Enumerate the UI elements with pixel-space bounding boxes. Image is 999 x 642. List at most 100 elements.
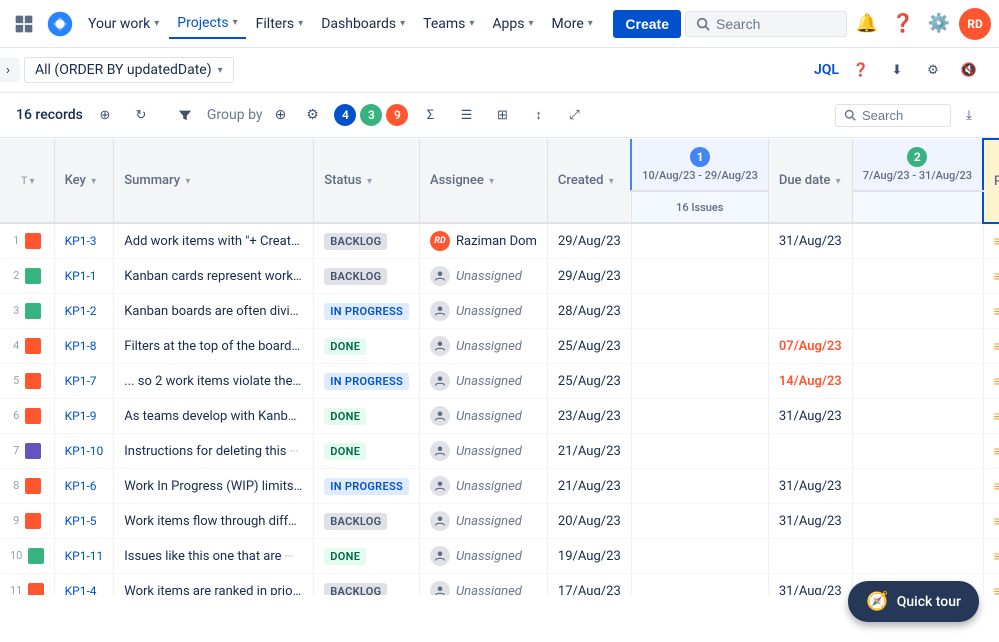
col-header-summary[interactable]: Summary ▾ <box>114 139 314 223</box>
col-header-checkbox[interactable]: T ▾ <box>0 139 54 223</box>
table-row[interactable]: 4 KP1-8 Filters at the top of the board … <box>0 329 999 364</box>
row-menu-icon[interactable]: ··· <box>297 480 306 493</box>
status-badge: DONE <box>324 408 366 425</box>
cell-duedate: 31/Aug/23 <box>768 223 852 259</box>
col-header-priority[interactable]: Priority ▾ <box>983 139 999 223</box>
sidebar-toggle[interactable]: › <box>0 58 20 82</box>
download-icon[interactable]: ⬇ <box>883 56 911 84</box>
toolbar-search[interactable] <box>835 104 951 127</box>
col-header-status[interactable]: Status ▾ <box>314 139 420 223</box>
group-by-options-icon[interactable]: ⚙ <box>298 101 326 129</box>
table-row[interactable]: 2 KP1-1 Kanban cards represent work ··· … <box>0 259 999 294</box>
grid-view-icon[interactable]: ⊞ <box>488 101 516 129</box>
col-header-created[interactable]: Created ▾ <box>547 139 631 223</box>
brand-logo[interactable] <box>44 8 76 40</box>
refresh-icon[interactable]: ↻ <box>127 101 155 129</box>
status-badge: DONE <box>324 548 366 565</box>
table-row[interactable]: 5 KP1-7 ... so 2 work items violate the … <box>0 364 999 399</box>
user-avatar[interactable]: RD <box>959 8 991 40</box>
col-header-assignee[interactable]: Assignee ▾ <box>420 139 548 223</box>
cell-key[interactable]: KP1-6 <box>54 469 114 504</box>
row-menu-icon[interactable]: ··· <box>290 445 299 458</box>
nav-right-section: 🔔 ❓ ⚙️ RD <box>685 8 991 40</box>
sprint2-sub-header <box>852 191 983 223</box>
issue-key-link[interactable]: KP1-4 <box>65 584 97 596</box>
cell-sprint2 <box>852 399 983 434</box>
cell-key[interactable]: KP1-7 <box>54 364 114 399</box>
jql-help-icon[interactable]: ❓ <box>847 56 875 84</box>
cell-key[interactable]: KP1-2 <box>54 294 114 329</box>
issue-key-link[interactable]: KP1-3 <box>65 234 97 248</box>
issue-key-link[interactable]: KP1-11 <box>65 549 104 563</box>
table-row[interactable]: 6 KP1-9 As teams develop with Kanban ...… <box>0 399 999 434</box>
settings-icon[interactable]: ⚙ <box>919 56 947 84</box>
settings-icon[interactable]: ⚙️ <box>923 8 955 40</box>
nav-item-dashboards[interactable]: Dashboards ▾ <box>313 10 413 38</box>
search-box[interactable] <box>685 11 847 37</box>
table-row[interactable]: 3 KP1-2 Kanban boards are often divided … <box>0 294 999 329</box>
toolbar-search-input[interactable] <box>862 108 942 123</box>
expand-icon[interactable]: ⤢ <box>560 101 588 129</box>
cell-key[interactable]: KP1-11 <box>54 539 114 574</box>
cell-key[interactable]: KP1-10 <box>54 434 114 469</box>
issue-key-link[interactable]: KP1-6 <box>65 479 97 493</box>
issue-key-link[interactable]: KP1-1 <box>65 269 97 283</box>
nav-item-filters[interactable]: Filters ▾ <box>248 10 312 38</box>
quick-tour-button[interactable]: 🧭 Quick tour <box>848 581 979 622</box>
audio-icon[interactable]: 🔇 <box>955 56 983 84</box>
badge-9[interactable]: 9 <box>386 104 408 126</box>
nav-item-more[interactable]: More ▾ <box>544 10 601 38</box>
cell-key[interactable]: KP1-1 <box>54 259 114 294</box>
nav-item-your-work[interactable]: Your work ▾ <box>80 10 167 38</box>
nav-item-teams[interactable]: Teams ▾ <box>415 10 482 38</box>
add-record-icon[interactable]: ⊕ <box>91 101 119 129</box>
table-row[interactable]: 1 KP1-3 Add work items with "+ Create ··… <box>0 223 999 259</box>
badge-3[interactable]: 3 <box>360 104 382 126</box>
issue-key-link[interactable]: KP1-10 <box>65 444 104 458</box>
col-header-sprint2[interactable]: 2 7/Aug/23 - 31/Aug/23 <box>852 139 983 191</box>
table-row[interactable]: 7 KP1-10 Instructions for deleting this … <box>0 434 999 469</box>
cell-key[interactable]: KP1-9 <box>54 399 114 434</box>
row-menu-icon[interactable]: ··· <box>296 270 305 283</box>
nav-item-projects[interactable]: Projects ▾ <box>169 9 245 39</box>
cell-key[interactable]: KP1-3 <box>54 223 114 259</box>
filter-select[interactable]: All (ORDER BY updatedDate) ▾ <box>24 57 234 83</box>
sum-icon[interactable]: Σ <box>416 101 444 129</box>
help-icon[interactable]: ❓ <box>887 8 919 40</box>
issue-key-link[interactable]: KP1-9 <box>65 409 97 423</box>
badge-4[interactable]: 4 <box>334 104 356 126</box>
cell-key[interactable]: KP1-4 <box>54 574 114 596</box>
group-by[interactable]: Group by ⊕ ⚙ <box>207 101 327 129</box>
row-menu-icon[interactable]: ··· <box>285 550 294 563</box>
col-header-sprint1[interactable]: 1 10/Aug/23 - 29/Aug/23 <box>631 139 768 191</box>
create-button[interactable]: Create <box>613 10 681 38</box>
cell-key[interactable]: KP1-8 <box>54 329 114 364</box>
row-menu-icon[interactable]: ··· <box>295 340 304 353</box>
nav-item-apps[interactable]: Apps ▾ <box>484 10 541 38</box>
grid-icon[interactable] <box>8 8 40 40</box>
table-row[interactable]: 9 KP1-5 Work items flow through differen… <box>0 504 999 539</box>
issue-key-link[interactable]: KP1-5 <box>65 514 97 528</box>
filter-icon[interactable] <box>171 101 199 129</box>
sort-icon[interactable]: ↕ <box>524 101 552 129</box>
issue-type-icon <box>25 513 41 529</box>
table-row[interactable]: 8 KP1-6 Work In Progress (WIP) limits ··… <box>0 469 999 504</box>
issues-table-container[interactable]: T ▾ Key ▾ Summary ▾ Status ▾ Assignee ▾ … <box>0 138 999 595</box>
notifications-icon[interactable]: 🔔 <box>851 8 883 40</box>
group-by-settings-icon[interactable]: ⊕ <box>266 101 294 129</box>
col-header-duedate[interactable]: Due date ▾ <box>768 139 852 223</box>
cell-key[interactable]: KP1-5 <box>54 504 114 539</box>
table-row[interactable]: 10 KP1-11 Issues like this one that are … <box>0 539 999 574</box>
list-view-icon[interactable]: ☰ <box>452 101 480 129</box>
row-menu-icon[interactable]: ··· <box>301 235 310 248</box>
issue-key-link[interactable]: KP1-7 <box>65 374 97 388</box>
issue-key-link[interactable]: KP1-8 <box>65 339 97 353</box>
col-header-key[interactable]: Key ▾ <box>54 139 114 223</box>
jql-button[interactable]: JQL <box>814 62 839 78</box>
issue-key-link[interactable]: KP1-2 <box>65 304 97 318</box>
issue-type-icon <box>28 548 44 564</box>
export-icon[interactable]: ⤓ <box>955 101 983 129</box>
search-input[interactable] <box>716 16 836 32</box>
cell-priority: ≡ Medium <box>983 223 999 259</box>
row-menu-icon[interactable]: ··· <box>296 375 305 388</box>
